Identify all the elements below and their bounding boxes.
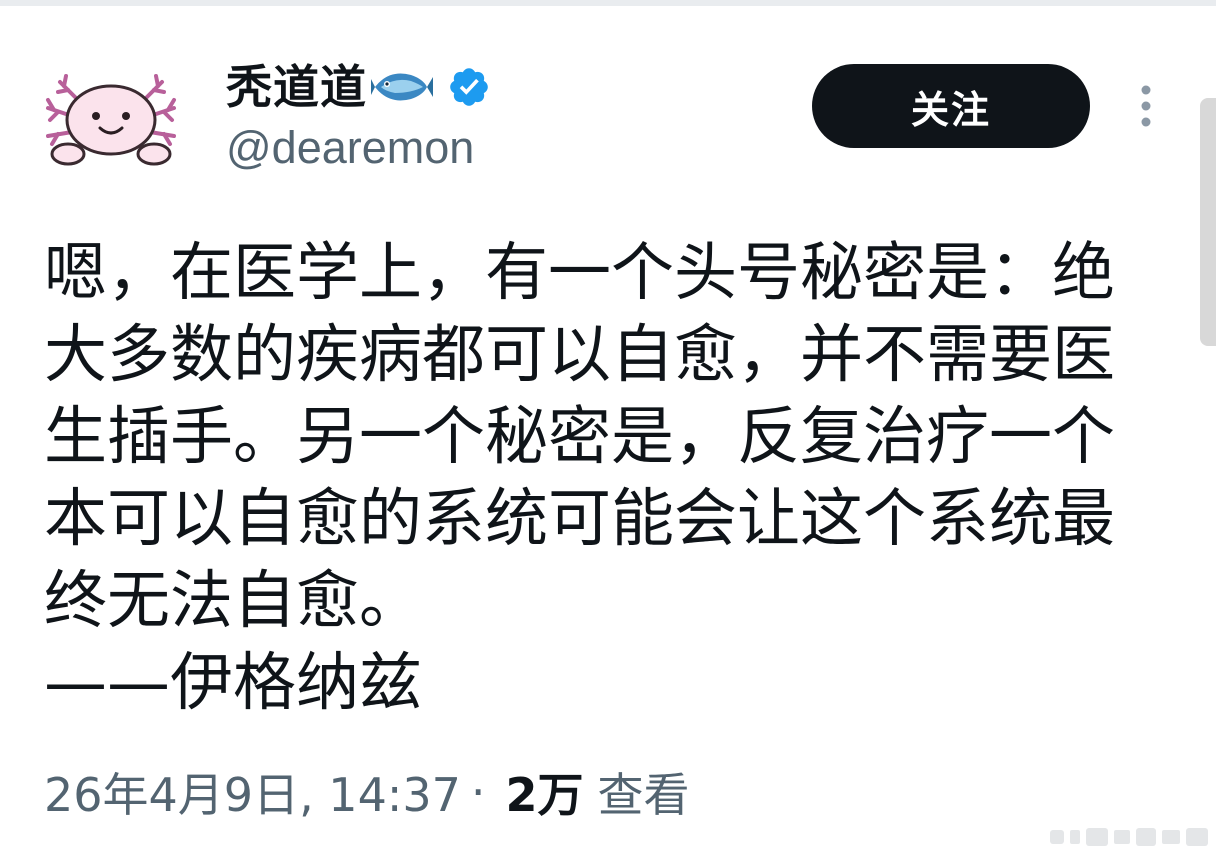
tweet-timestamp[interactable]: 26年4月9日, 14:37 [44,759,461,825]
tweet-line: 嗯，在医学上，有一个头号秘密是：绝 [44,236,1115,309]
user-name-row[interactable]: 秃道道 [226,56,491,118]
views-label: 查看 [597,768,690,822]
user-handle[interactable]: @dearemon [226,118,474,178]
tweet-text: 嗯，在医学上，有一个头号秘密是：绝 大多数的疾病都可以自愈，并不需要医 生插手。… [44,232,1144,724]
axolotl-avatar[interactable] [38,70,184,166]
meta-separator: · [470,765,486,819]
display-name[interactable]: 秃道道 [226,57,367,117]
tweet-line: 本可以自愈的系统可能会让这个系统最 [44,482,1115,555]
tweet-line: 终无法自愈。 [44,564,422,637]
tweet-line: 大多数的疾病都可以自愈，并不需要医 [44,318,1115,391]
tweet-line: 生插手。另一个秘密是，反复治疗一个 [44,400,1115,473]
follow-button[interactable]: 关注 [812,64,1090,148]
scrollbar[interactable] [1200,98,1216,346]
tweet-page: 秃道道 @dearemon 关注 嗯，在医学上，有一个头号秘密是：绝 大多数的疾… [0,0,1216,862]
more-vertical-icon[interactable] [1134,82,1158,130]
views-count: 2万 [505,768,584,822]
verified-badge-icon [450,68,488,106]
top-divider [0,0,1216,6]
tweet-line: ——伊格纳兹 [44,646,422,719]
watermark-icon [1050,828,1208,846]
fish-emoji-icon [371,73,433,101]
tweet-meta: 26年4月9日, 14:37 · 2万 查看 [44,760,690,824]
